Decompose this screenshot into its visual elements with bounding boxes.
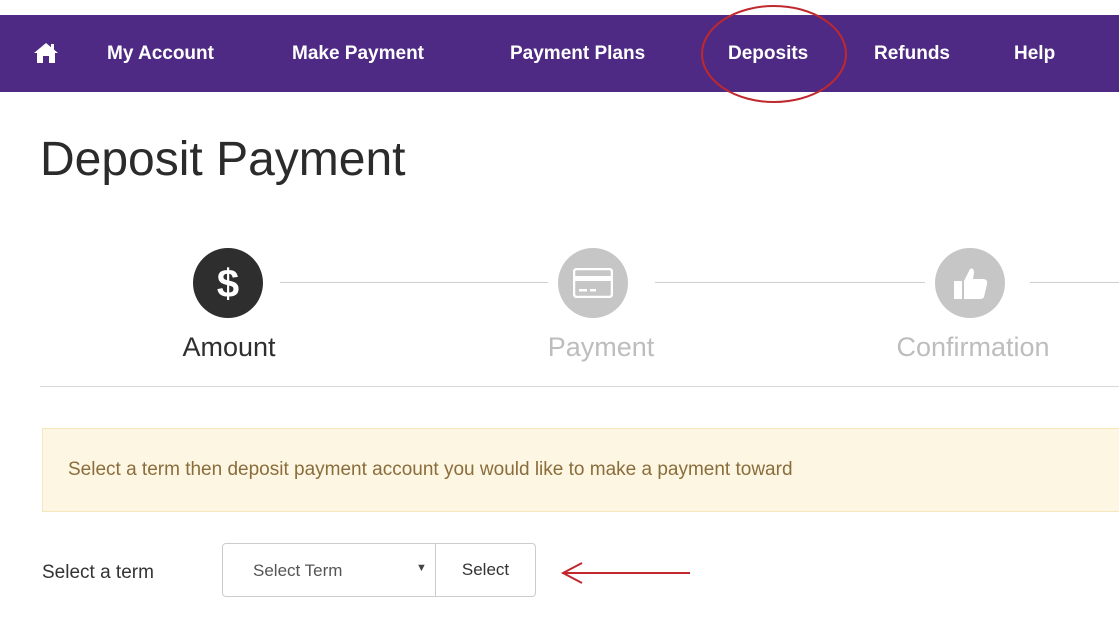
nav-deposits[interactable]: Deposits — [728, 43, 808, 65]
term-select-dropdown[interactable]: Select Term ▼ — [222, 543, 436, 597]
nav-refunds[interactable]: Refunds — [874, 43, 950, 65]
term-label: Select a term — [42, 562, 154, 583]
main-navbar: My Account Make Payment Payment Plans De… — [0, 15, 1119, 92]
caret-down-icon: ▼ — [416, 562, 427, 574]
step-connector — [655, 282, 925, 283]
svg-text:$: $ — [217, 262, 239, 306]
step-amount-label: Amount — [182, 332, 276, 362]
thumbs-up-icon — [954, 268, 988, 299]
step-payment-circle — [558, 248, 628, 318]
dollar-icon: $ — [217, 262, 239, 306]
term-select-group: Select Term ▼ Select — [222, 543, 536, 597]
step-confirmation-label: Confirmation — [896, 332, 1050, 362]
credit-card-icon — [573, 268, 613, 298]
section-divider — [40, 386, 1119, 387]
home-icon[interactable] — [32, 39, 60, 67]
progress-stepper: $ Amount Payment Confirmation — [0, 240, 1119, 380]
nav-my-account[interactable]: My Account — [107, 43, 214, 65]
top-strip — [0, 0, 1119, 15]
select-term-button[interactable]: Select — [436, 543, 536, 597]
nav-help[interactable]: Help — [1014, 43, 1055, 65]
step-amount-circle: $ — [193, 248, 263, 318]
step-connector — [280, 282, 548, 283]
step-confirmation-circle — [935, 248, 1005, 318]
arrow-annotation — [560, 562, 690, 584]
page-title: Deposit Payment — [40, 133, 406, 186]
nav-payment-plans[interactable]: Payment Plans — [510, 43, 645, 65]
nav-make-payment[interactable]: Make Payment — [292, 43, 424, 65]
alert-text: Select a term then deposit payment accou… — [68, 459, 793, 480]
term-select-value: Select Term — [253, 561, 343, 580]
info-alert: Select a term then deposit payment accou… — [42, 428, 1119, 512]
step-connector — [1030, 282, 1119, 283]
step-payment-label: Payment — [547, 332, 655, 362]
deposit-payment-page: My Account Make Payment Payment Plans De… — [0, 0, 1119, 630]
